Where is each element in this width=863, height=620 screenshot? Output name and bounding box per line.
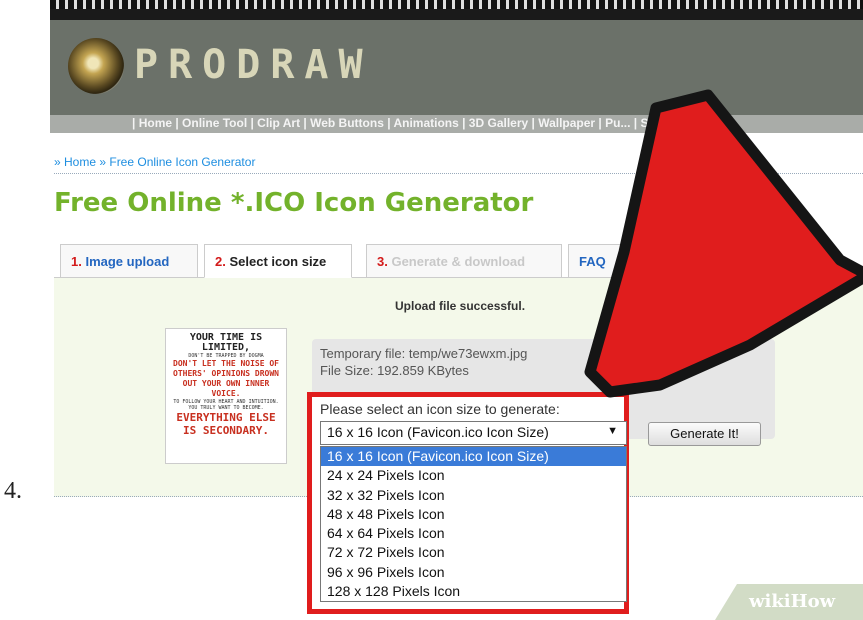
red-arrow-icon	[584, 89, 863, 398]
wikihow-watermark: wikiHow	[715, 584, 863, 620]
step-number: 4.	[4, 478, 22, 504]
screenshot: PRODRAW | Home | Online Tool | Clip Art …	[50, 0, 863, 620]
watermark-text: wikiHow	[749, 591, 836, 612]
